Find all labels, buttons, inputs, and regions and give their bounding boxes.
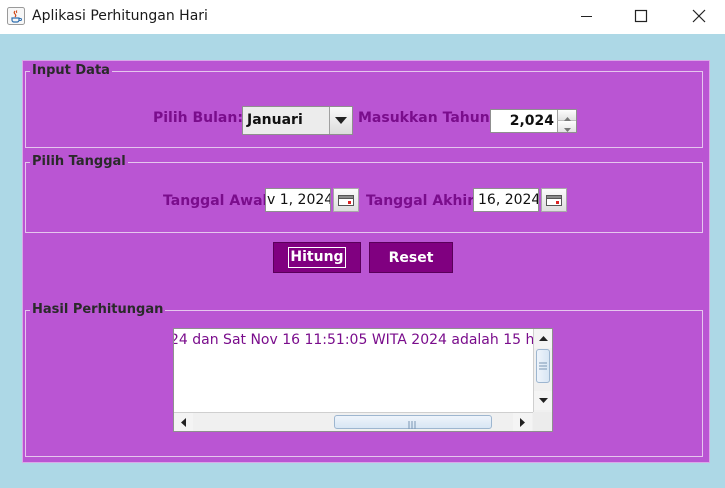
hasil-text-area[interactable]: 24 dan Sat Nov 16 11:51:05 WITA 2024 ada… [173, 328, 553, 432]
bulan-value: Januari [247, 112, 303, 128]
close-icon [692, 9, 706, 23]
tahun-label: Masukkan Tahun: [358, 110, 496, 126]
tahun-spinner[interactable]: 2,024 [490, 109, 577, 133]
spinner-down-icon[interactable] [557, 121, 576, 132]
window-title: Aplikasi Perhitungan Hari [32, 8, 208, 24]
horizontal-scrollbar[interactable] [174, 412, 533, 431]
tanggal-awal-label: Tanggal Awal: [163, 193, 273, 209]
scroll-down-icon[interactable] [534, 391, 552, 410]
hasil-text: 24 dan Sat Nov 16 11:51:05 WITA 2024 ada… [173, 332, 553, 348]
bulan-label: Pilih Bulan: [153, 110, 243, 126]
pilih-tanggal-legend: Pilih Tanggal [32, 154, 126, 169]
bulan-combobox[interactable]: Januari [242, 106, 353, 135]
main-panel: Input Data Pilih Bulan: Januari Masukkan… [22, 60, 710, 463]
maximize-icon [634, 9, 648, 23]
java-icon [7, 7, 25, 25]
title-bar: Aplikasi Perhitungan Hari [0, 0, 725, 34]
hitung-button[interactable]: Hitung [273, 242, 361, 273]
reset-button[interactable]: Reset [369, 242, 453, 273]
tahun-value: 2,024 [509, 113, 554, 129]
tanggal-awal-calendar-button[interactable] [333, 188, 359, 212]
tanggal-akhir-field[interactable]: 16, 2024 [473, 188, 539, 212]
maximize-button[interactable] [617, 0, 663, 34]
input-data-group: Input Data Pilih Bulan: Januari Masukkan… [25, 64, 703, 148]
hitung-label: Hitung [288, 247, 346, 268]
scroll-right-icon[interactable] [513, 413, 532, 431]
pilih-tanggal-group: Pilih Tanggal Tanggal Awal: v 1, 2024 Ta… [25, 155, 703, 233]
calendar-icon [546, 195, 562, 206]
tanggal-awal-value: v 1, 2024 [267, 192, 331, 208]
tanggal-akhir-value: 16, 2024 [478, 192, 539, 208]
close-button[interactable] [675, 0, 721, 34]
minimize-icon [581, 16, 592, 17]
calendar-icon [338, 195, 354, 206]
input-data-legend: Input Data [32, 63, 110, 78]
spinner-up-icon[interactable] [557, 110, 576, 121]
tanggal-awal-field[interactable]: v 1, 2024 [265, 188, 331, 212]
minimize-button[interactable] [563, 0, 609, 34]
scroll-up-icon[interactable] [534, 329, 552, 348]
vertical-scroll-thumb[interactable] [536, 349, 550, 383]
scroll-left-icon[interactable] [174, 413, 193, 431]
vertical-scrollbar[interactable] [533, 329, 552, 412]
tanggal-akhir-calendar-button[interactable] [541, 188, 567, 212]
tanggal-akhir-label: Tanggal Akhir: [366, 193, 480, 209]
horizontal-scroll-thumb[interactable] [334, 415, 492, 429]
chevron-down-icon[interactable] [329, 107, 352, 134]
scroll-corner [533, 412, 552, 431]
hasil-perhitungan-legend: Hasil Perhitungan [32, 302, 164, 317]
